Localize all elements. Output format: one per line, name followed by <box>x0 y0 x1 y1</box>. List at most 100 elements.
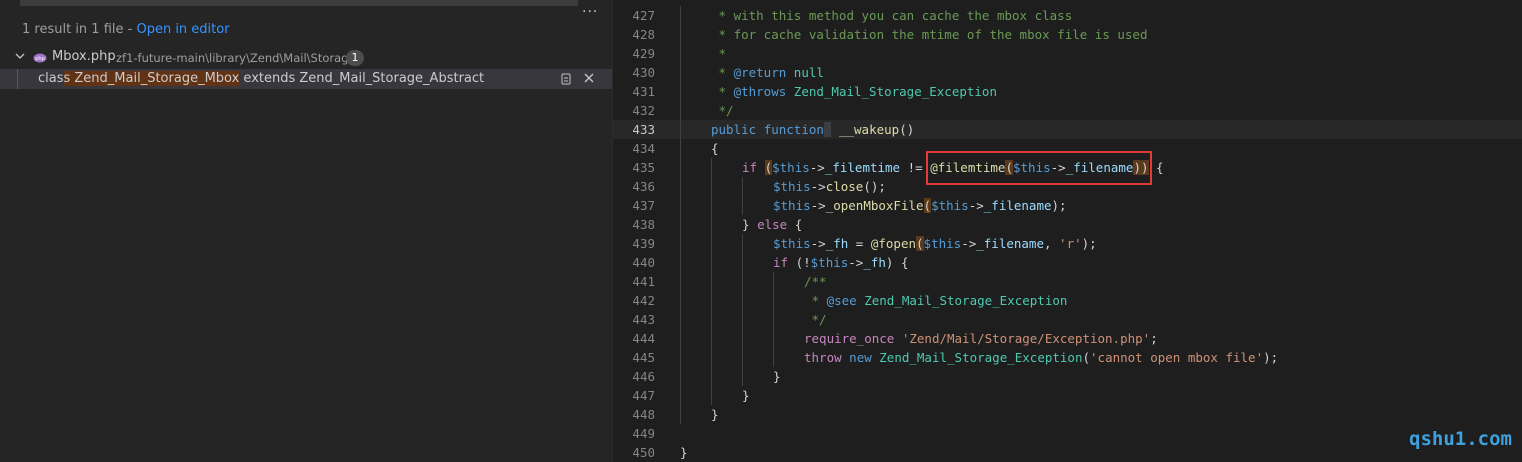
code-text: } <box>742 386 750 405</box>
code-token: __wakeup <box>838 122 900 137</box>
search-input-edge[interactable] <box>20 0 578 6</box>
code-text: $this->_fh = @fopen($this->_filename, 'r… <box>773 234 1097 253</box>
search-match-row[interactable]: class Zend_Mail_Storage_Mbox extends Zen… <box>0 69 612 89</box>
code-line[interactable]: 430 * @return null <box>613 63 1522 82</box>
replace-icon[interactable] <box>559 72 573 86</box>
indent-guide <box>773 272 774 291</box>
code-line[interactable]: 427 * with this method you can cache the… <box>613 6 1522 25</box>
code-token: = <box>848 236 871 251</box>
code-line[interactable]: 450} <box>613 443 1522 462</box>
code-token: -> <box>961 236 977 251</box>
line-number: 449 <box>632 426 655 441</box>
indent-guide <box>773 329 774 348</box>
code-line[interactable]: 449 <box>613 424 1522 443</box>
code-token: () <box>899 122 915 137</box>
code-line[interactable]: 437 $this->_openMboxFile($this->_filename… <box>613 196 1522 215</box>
code-line[interactable]: 438} else { <box>613 215 1522 234</box>
code-line[interactable]: 442 * @see Zend_Mail_Storage_Exception <box>613 291 1522 310</box>
code-line[interactable]: 445 throw new Zend_Mail_Storage_Exception… <box>613 348 1522 367</box>
code-text: { <box>711 139 719 158</box>
indent-guide <box>680 25 681 44</box>
code-line[interactable]: 429 * <box>613 44 1522 63</box>
indent-guide <box>680 177 681 196</box>
match-before: clas <box>38 71 64 86</box>
code-text: } <box>711 405 719 424</box>
code-token: (! <box>788 255 811 270</box>
code-token: if <box>773 255 789 270</box>
indent-guide <box>680 272 681 291</box>
code-token: _filename <box>976 236 1044 251</box>
code-token: _fh <box>863 255 886 270</box>
code-token: public <box>711 122 757 137</box>
result-file-row[interactable]: php Mbox.php zf1-future-main\library\Zen… <box>0 47 612 69</box>
indent-guide <box>711 234 712 253</box>
code-editor[interactable]: 427 * with this method you can cache the… <box>613 0 1522 462</box>
code-token: $this <box>772 160 810 175</box>
indent-guide <box>680 120 681 139</box>
indent-guide <box>680 234 681 253</box>
indent-guide <box>742 177 743 196</box>
line-number: 443 <box>632 312 655 327</box>
tree-indent-guide <box>17 69 18 89</box>
code-token: (); <box>863 179 886 194</box>
code-token: * <box>711 84 734 99</box>
code-token: */ <box>804 312 827 327</box>
code-token: } <box>742 217 758 232</box>
code-token: if <box>742 160 758 175</box>
more-actions-icon[interactable]: ··· <box>582 4 598 20</box>
indent-guide <box>680 139 681 158</box>
code-token: Zend_Mail_Storage_Exception <box>856 293 1068 308</box>
code-token: @throws <box>733 84 787 99</box>
code-line[interactable]: 440 if (!$this->_fh) { <box>613 253 1522 272</box>
indent-guide <box>742 291 743 310</box>
indent-guide <box>773 291 774 310</box>
code-text: } <box>773 367 781 386</box>
code-line[interactable]: 432 */ <box>613 101 1522 120</box>
match-after: extends Zend_Mail_Storage_Abstract <box>239 71 485 86</box>
indent-guide <box>680 310 681 329</box>
indent-guide <box>711 310 712 329</box>
code-line[interactable]: 433 public function __wakeup() <box>613 120 1522 139</box>
line-number: 447 <box>632 388 655 403</box>
code-line[interactable]: 444 require_once 'Zend/Mail/Storage/Excep… <box>613 329 1522 348</box>
code-line[interactable]: 443 */ <box>613 310 1522 329</box>
code-text: public function __wakeup() <box>711 120 914 139</box>
code-token: /** <box>804 274 827 289</box>
code-token: ; <box>1150 331 1158 346</box>
line-number: 434 <box>632 141 655 156</box>
match-text[interactable]: class Zend_Mail_Storage_Mbox extends Zen… <box>38 71 484 86</box>
code-token: _fh <box>825 236 849 251</box>
code-token: $this <box>923 236 962 251</box>
indent-guide <box>711 177 712 196</box>
indent-guide <box>680 196 681 215</box>
code-token: Zend_Mail_Storage_Exception <box>786 84 997 99</box>
line-number: 450 <box>632 445 655 460</box>
code-token: , <box>1043 236 1060 251</box>
code-token: close <box>825 179 864 194</box>
indent-guide <box>711 348 712 367</box>
code-text: */ <box>804 310 827 329</box>
code-line[interactable]: 447} <box>613 386 1522 405</box>
indent-guide <box>711 386 712 405</box>
code-line[interactable]: 428 * for cache validation the mtime of … <box>613 25 1522 44</box>
code-text: /** <box>804 272 827 291</box>
code-token: ) { <box>885 255 909 270</box>
code-text: * <box>711 44 727 63</box>
code-line[interactable]: 448} <box>613 405 1522 424</box>
line-number: 445 <box>632 350 655 365</box>
code-token: -> <box>810 198 826 213</box>
code-line[interactable]: 439 $this->_fh = @fopen($this->_filename,… <box>613 234 1522 253</box>
code-token: _filename <box>983 198 1052 213</box>
code-line[interactable]: 431 * @throws Zend_Mail_Storage_Exceptio… <box>613 82 1522 101</box>
chevron-down-icon[interactable] <box>14 50 26 62</box>
file-name: Mbox.php <box>52 49 116 64</box>
code-token: { <box>787 217 803 232</box>
open-in-editor-link[interactable]: Open in editor <box>136 22 229 37</box>
code-line[interactable]: 446} <box>613 367 1522 386</box>
code-token: } <box>773 369 781 384</box>
code-token: _openMboxFile <box>825 198 924 213</box>
code-line[interactable]: 441 /** <box>613 272 1522 291</box>
code-token: ( <box>923 198 932 213</box>
close-icon[interactable] <box>583 72 595 84</box>
